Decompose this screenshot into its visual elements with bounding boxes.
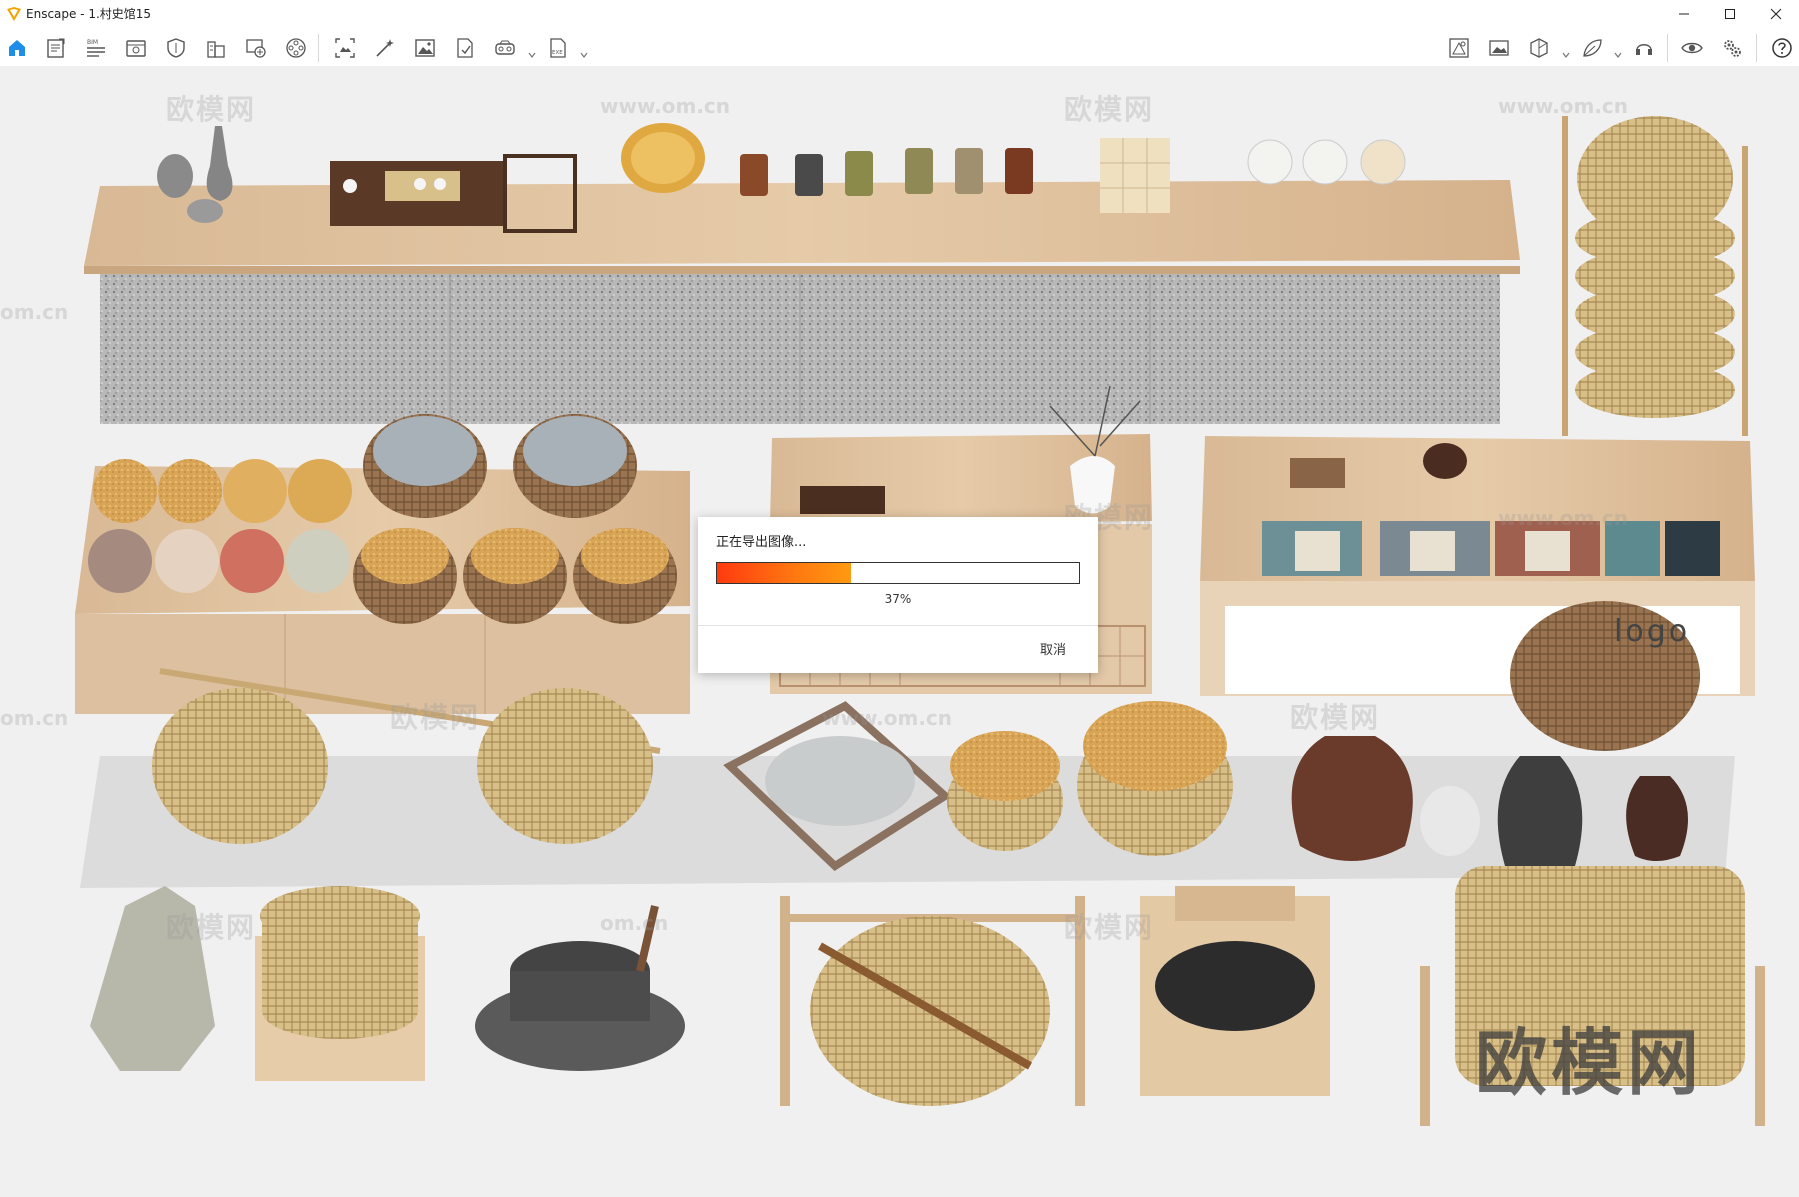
window-controls: [1661, 0, 1799, 28]
help-icon: [1772, 38, 1792, 58]
settings-button[interactable]: [1720, 36, 1744, 60]
bim-icon: BIM: [87, 39, 105, 57]
watermark: 欧模网: [390, 701, 481, 734]
magic-wand-button[interactable]: [373, 36, 397, 60]
eye-icon: [1681, 42, 1703, 54]
building-icon: [207, 41, 225, 58]
maximize-button[interactable]: [1707, 0, 1753, 28]
export-file-button[interactable]: [453, 36, 477, 60]
eye-button[interactable]: [1680, 36, 1704, 60]
image-gallery-button[interactable]: [1487, 36, 1511, 60]
bamboo-sieve-rack: [1562, 116, 1748, 436]
watermark: 欧模网: [166, 911, 257, 944]
image-icon: [415, 39, 435, 57]
building-button[interactable]: [204, 36, 228, 60]
home-icon: [9, 40, 25, 56]
document-icon: [47, 38, 65, 58]
collapse-toolbar-button[interactable]: [893, 58, 905, 72]
toolbar-separator: [1756, 34, 1757, 62]
watermark: 欧模网: [166, 93, 257, 126]
toolbar-separator: [1667, 34, 1668, 62]
vr-headset-button[interactable]: [493, 36, 517, 60]
watermark-url: www.om.cn: [822, 706, 953, 730]
screenshot-icon: [335, 38, 355, 58]
headset-icon: [1636, 44, 1652, 55]
image-gallery-icon: [1489, 40, 1509, 56]
capture-icon: [246, 39, 266, 58]
minimize-icon: [1679, 13, 1689, 15]
paper-cups: [1100, 138, 1170, 213]
cancel-button[interactable]: 取消: [1040, 639, 1066, 658]
watermark: 欧模网: [1290, 701, 1381, 734]
film-reel-icon: [286, 38, 306, 58]
minimize-button[interactable]: [1661, 0, 1707, 28]
export-progress-dialog: 正在导出图像... 37% 取消: [698, 517, 1098, 673]
chevron-down-icon: [580, 52, 588, 58]
wok-stove: [1140, 886, 1330, 1096]
document-button[interactable]: [44, 36, 68, 60]
chevron-down-icon: [1562, 52, 1570, 58]
exe-export-button[interactable]: EXE: [546, 36, 570, 60]
settings-gears-icon: [1724, 40, 1741, 57]
close-icon: [1770, 8, 1782, 20]
cube-dropdown-caret[interactable]: [1562, 44, 1570, 58]
asset-library-button[interactable]: [1447, 36, 1471, 60]
cube-view-button[interactable]: [1527, 36, 1551, 60]
big-watermark: 欧模网: [1475, 1021, 1704, 1105]
export-progress-bar: [716, 562, 1080, 584]
image-button[interactable]: [413, 36, 437, 60]
watermark-url: www.om.cn: [1498, 506, 1629, 530]
exe-dropdown-caret[interactable]: [580, 44, 588, 58]
watermark-url: om.cn: [600, 911, 669, 935]
bim-button[interactable]: BIM: [84, 36, 108, 60]
screenshot-button[interactable]: [333, 36, 357, 60]
leaf-icon: [1583, 39, 1602, 57]
close-button[interactable]: [1753, 0, 1799, 28]
shield-icon: [167, 38, 185, 58]
shield-button[interactable]: [164, 36, 188, 60]
enscape-logo-icon: [6, 6, 22, 22]
leaf-button[interactable]: [1580, 36, 1604, 60]
logo-sign-text: logo: [1614, 614, 1691, 649]
vr-headset-icon: [495, 40, 515, 55]
watermark: 欧模网: [1064, 911, 1155, 944]
dialog-divider: [698, 625, 1098, 626]
leaf-dropdown-caret[interactable]: [1614, 44, 1622, 58]
watermark-url: om.cn: [0, 706, 69, 730]
watermark-url: www.om.cn: [1498, 94, 1629, 118]
toolbar-separator: [318, 34, 319, 62]
view-icon: [126, 40, 146, 57]
home-button[interactable]: [5, 36, 29, 60]
watermark-url: om.cn: [0, 300, 69, 324]
video-button[interactable]: [284, 36, 308, 60]
chevron-down-icon: [528, 52, 536, 58]
title-bar: Enscape - 1.村史馆15: [0, 0, 1799, 28]
maximize-icon: [1725, 9, 1735, 19]
progress-percent-text: 37%: [884, 592, 912, 606]
view-button[interactable]: [124, 36, 148, 60]
exe-export-icon: EXE: [550, 38, 566, 58]
magic-wand-icon: [376, 39, 394, 57]
bim-text: BIM: [87, 39, 98, 46]
asset-library-icon: [1449, 38, 1469, 58]
headset-button[interactable]: [1632, 36, 1656, 60]
watermark: 欧模网: [1064, 93, 1155, 126]
capture-button[interactable]: [244, 36, 268, 60]
watermark-url: www.om.cn: [600, 94, 731, 118]
chevron-down-icon: [1614, 52, 1622, 58]
exe-text: EXE: [552, 50, 563, 56]
progress-fill: [717, 563, 851, 583]
enscape-window: Enscape - 1.村史馆15 BIM EXE 欧模网 www.om.cn …: [0, 0, 1799, 1197]
cube-view-icon: [1530, 38, 1548, 58]
export-file-icon: [457, 38, 473, 58]
vr-dropdown-caret[interactable]: [528, 44, 536, 58]
window-title: Enscape - 1.村史馆15: [26, 7, 152, 21]
help-button[interactable]: [1770, 36, 1794, 60]
dialog-title: 正在导出图像...: [716, 535, 807, 550]
